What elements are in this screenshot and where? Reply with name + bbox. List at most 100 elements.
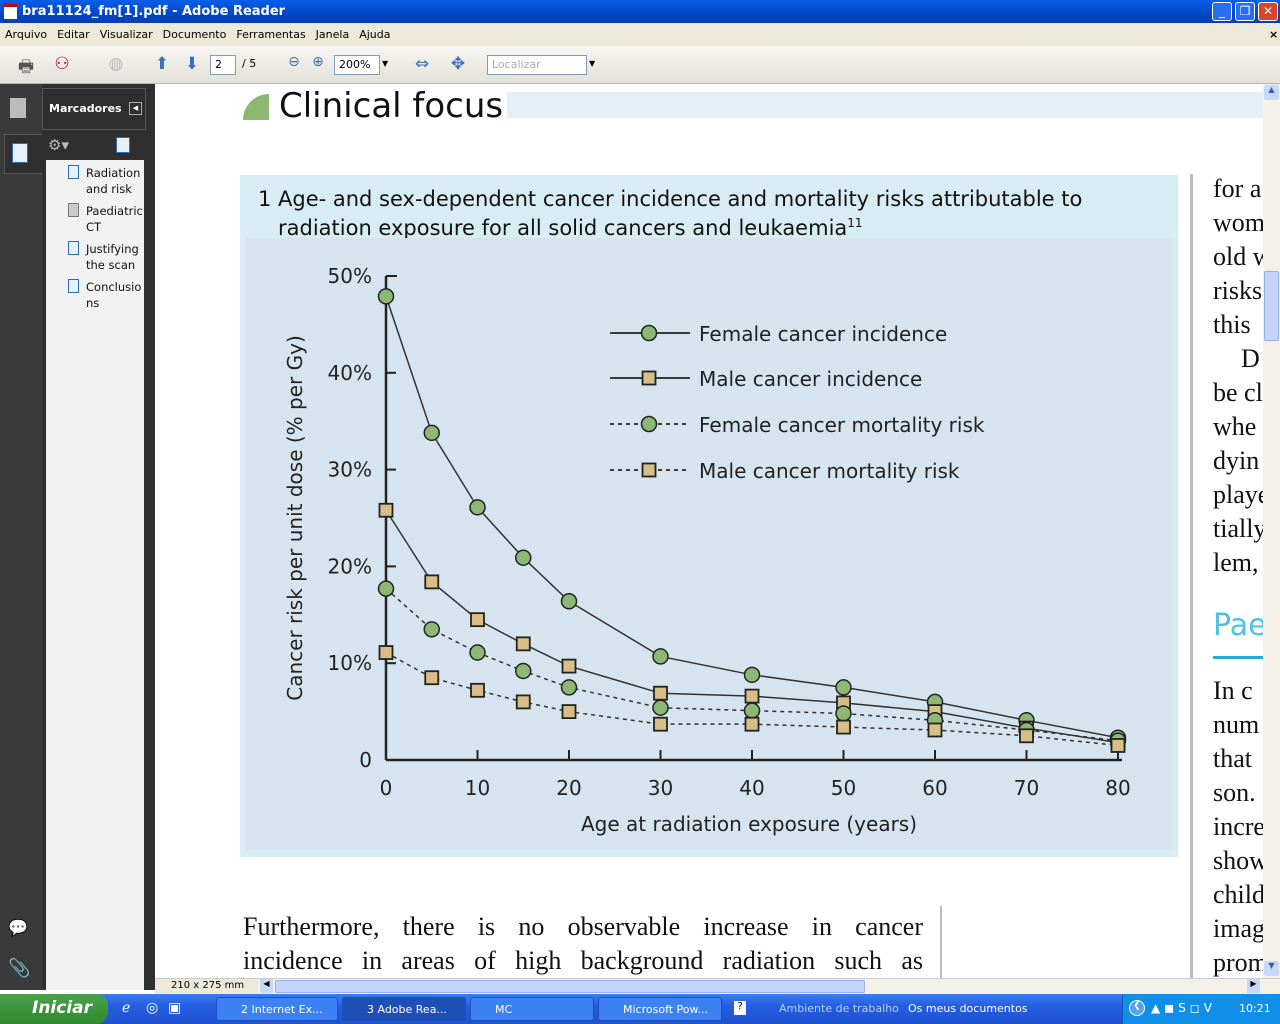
data-point [835,705,852,722]
text-line: playe [1213,480,1263,509]
close-document-icon[interactable]: × [1264,23,1280,41]
collaborate-icon[interactable]: ⚇ [50,54,74,76]
scroll-right-icon[interactable]: ▶ [1247,979,1260,993]
data-point [653,685,668,701]
quicklink-my-documents[interactable]: Os meus documentos [908,1002,1028,1015]
data-point [423,424,440,442]
scroll-thumb[interactable] [1264,271,1279,341]
text-line: incre [1213,812,1263,841]
options-gear-icon[interactable]: ⚙▾ [48,136,69,154]
zoom-dropdown-icon[interactable]: ▼ [382,59,388,68]
maximize-button[interactable]: ❐ [1235,2,1255,21]
quick-launch-ie-icon[interactable]: ℯ [122,1000,130,1016]
fit-page-icon[interactable]: ✥ [446,54,470,76]
pages-icon[interactable] [10,98,26,118]
bookmark-conclusions[interactable]: Conclusions [86,279,144,311]
menu-janela[interactable]: Janela [311,23,355,41]
bookmarks-title: Marcadores [49,102,122,115]
data-point [469,499,486,516]
scroll-down-icon[interactable]: ▼ [1264,961,1279,976]
menu-editar[interactable]: Editar [52,23,95,41]
zoom-out-icon[interactable]: ⊖ [282,54,306,76]
start-button[interactable]: Iniciar [0,994,108,1024]
attachments-icon[interactable]: 📎 [8,958,30,979]
task-label: 2 Internet Ex... [241,1003,323,1016]
figure-title: Age- and sex-dependent cancer incidence … [278,187,1118,240]
search-dropdown-icon[interactable]: ▼ [589,59,595,68]
right-heading: Pae [1213,608,1263,643]
bookmark-paediatric-ct[interactable]: Paediatric CT [86,203,144,235]
zoom-in-icon[interactable]: ⊕ [306,54,330,76]
text-line: old w [1213,242,1263,271]
vertical-scrollbar[interactable]: ▲ ▼ [1263,84,1280,978]
x-tick-label: 10 [465,776,490,800]
data-point [515,694,531,710]
bookmark-justifying-the-scan[interactable]: Justifying the scan [86,241,144,273]
bookmark-radiation-and-risk[interactable]: Radiation and risk [86,165,144,197]
fit-width-icon[interactable]: ⇔ [410,54,434,76]
menu-arquivo[interactable]: Arquivo [0,23,52,41]
x-tick-label: 50 [831,776,856,800]
figure-reference: 11 [847,216,863,230]
print-icon[interactable]: 🖶 [14,54,38,77]
scroll-left-icon[interactable]: ◀ [260,979,273,993]
toolbar: 🖶 ⚇ ◍ ⬆ ⬇ 2 / 5 ⊖ ⊕ 200% ▼ ⇔ ✥ Localizar… [0,46,1280,84]
bookmarks-header: Marcadores ◀ [42,88,146,130]
minimize-button[interactable]: _ [1212,2,1232,21]
data-point [743,666,761,684]
task-mc-folder[interactable]: MC [470,997,594,1021]
data-point [560,592,578,610]
system-tray: ❮ ▲◼S◻V 10:21 [1122,994,1280,1024]
data-point [743,702,761,719]
previous-page-icon[interactable]: ⬆ [150,54,174,76]
task-internet-explorer[interactable]: 2 Internet Ex... [216,997,338,1021]
page-size: 210 x 275 mm [155,979,258,994]
menu-ajuda[interactable]: Ajuda [354,23,395,41]
menu-ferramentas[interactable]: Ferramentas [231,23,310,41]
legend-label: Female cancer incidence [699,322,947,346]
search-input[interactable]: Localizar [487,55,587,75]
zoom-input[interactable]: 200% [334,55,380,75]
text-line: be cl [1213,378,1263,407]
task-powerpoint[interactable]: Microsoft Pow... [598,997,722,1021]
x-tick-label: 60 [922,776,947,800]
right-column-text: for a wom old w risks this Dbe cl whe dyin playe… [1213,172,1263,580]
quick-launch-desktop-icon[interactable]: ▣ [168,1000,181,1016]
comments-icon[interactable]: 💬 [8,918,28,937]
data-point [560,679,578,696]
horizontal-scroll-thumb[interactable] [275,980,865,993]
help-icon[interactable]: ? [734,1001,746,1015]
legend-marker [641,370,657,386]
task-adobe-reader[interactable]: 3 Adobe Rea... [342,997,466,1021]
data-point [652,648,669,665]
data-point [1019,728,1034,744]
text-line: prom [1213,948,1263,977]
horizontal-scrollbar[interactable]: 210 x 275 mm ◀ ▶ [155,978,1280,994]
data-point [423,621,440,638]
quicklink-desktop[interactable]: Ambiente de trabalho [779,1002,899,1015]
text-line: dyin [1213,446,1260,475]
y-tick-label: 40% [328,361,372,385]
data-point [515,549,532,566]
collapse-panel-button[interactable]: ◀ [129,102,142,115]
bookmarks-tab[interactable] [4,134,42,174]
window-title: bra11124_fm[1].pdf - Adobe Reader [22,4,286,19]
tray-icons: ▲◼S◻V [1151,1001,1216,1015]
page-total: / 5 [242,57,257,70]
expand-bookmark-icon[interactable] [116,137,130,153]
bookmark-icon [68,165,79,179]
menu-documento[interactable]: Documento [158,23,232,41]
data-point [561,704,577,720]
section-title: Clinical focus [279,86,508,126]
show-hidden-icons-button[interactable]: ❮ [1129,1000,1145,1016]
x-tick-label: 30 [648,776,673,800]
scroll-up-icon[interactable]: ▲ [1264,85,1279,100]
page-number-input[interactable]: 2 [210,55,236,75]
quick-launch-outlook-icon[interactable]: ◎ [146,1000,158,1016]
data-point [378,502,394,518]
close-button[interactable]: ✕ [1258,2,1278,21]
next-page-icon[interactable]: ⬇ [180,54,204,76]
menu-visualizar[interactable]: Visualizar [95,23,158,41]
bookmarks-list: Radiation and risk Paediatric CT Justify… [46,160,144,990]
data-point [927,722,943,738]
